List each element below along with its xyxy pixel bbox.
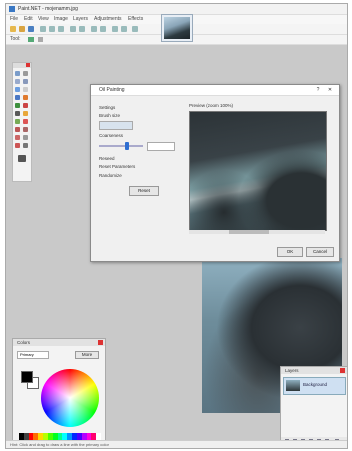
primary-color-swatch[interactable] (21, 371, 33, 383)
help-icon[interactable]: ? (315, 87, 321, 93)
save-icon[interactable] (28, 26, 34, 32)
preview-image[interactable] (189, 111, 327, 231)
layers-panel: Layers Background (280, 366, 347, 446)
line-icon[interactable] (23, 135, 28, 140)
layer-item-background[interactable]: Background (283, 377, 346, 395)
randomize-label: Randomize (99, 173, 122, 178)
color-wheel[interactable] (41, 369, 99, 427)
new-icon[interactable] (10, 26, 16, 32)
dialog-title: Oil Painting (99, 87, 125, 93)
deselect-icon[interactable] (79, 26, 85, 32)
menu-adjustments[interactable]: Adjustments (94, 15, 122, 24)
menu-layers[interactable]: Layers (73, 15, 88, 24)
coarseness-slider-track[interactable] (99, 145, 143, 147)
layers-panel-header: Layers (281, 367, 347, 374)
zoom-icon[interactable] (23, 87, 28, 92)
colors-panel-header: Colors (13, 339, 105, 346)
color-wheel-saturation (41, 369, 99, 427)
preview-scroll-thumb[interactable] (229, 230, 269, 234)
gradient-icon[interactable] (23, 103, 28, 108)
grid-icon[interactable] (112, 26, 118, 32)
tool-select-icon[interactable] (28, 37, 34, 42)
rectangle-select-icon[interactable] (15, 71, 20, 76)
magic-wand-icon[interactable] (15, 95, 20, 100)
close-icon[interactable] (340, 368, 345, 373)
redo-icon[interactable] (100, 26, 106, 32)
help-icon[interactable] (132, 26, 138, 32)
brush-size-field[interactable] (99, 121, 133, 130)
menu-view[interactable]: View (38, 15, 49, 24)
dialog-title-bar: Oil Painting ? ✕ (91, 85, 339, 96)
reset-parameters-label: Reset Parameters (99, 164, 136, 169)
more-button[interactable]: More (75, 351, 99, 359)
ok-button[interactable]: OK (277, 247, 303, 257)
close-icon[interactable] (98, 340, 103, 345)
pan-icon[interactable] (23, 95, 28, 100)
freeform-icon[interactable] (23, 143, 28, 148)
brush-size-label: Brush size (99, 113, 121, 118)
open-icon[interactable] (19, 26, 25, 32)
menu-image[interactable]: Image (54, 15, 68, 24)
paintbrush-icon[interactable] (15, 111, 20, 116)
lasso-icon[interactable] (15, 79, 20, 84)
colors-panel: Colors Primary More (12, 338, 106, 444)
menu-file[interactable]: File (10, 15, 18, 24)
pencil-icon[interactable] (15, 119, 20, 124)
paint-bucket-icon[interactable] (15, 103, 20, 108)
dropdown-icon[interactable] (38, 37, 43, 42)
preview-caption: Preview (zoom 100%) (189, 103, 234, 108)
settings-icon[interactable] (121, 26, 127, 32)
layer-name: Background (303, 382, 328, 387)
color-mode-select[interactable]: Primary (17, 351, 49, 359)
preview-scrollbar[interactable] (189, 230, 325, 234)
status-bar: Hint: Click and drag to draw a line with… (6, 440, 347, 448)
coarseness-slider-knob[interactable] (125, 142, 129, 150)
menu-effects[interactable]: Effects (128, 15, 143, 24)
oil-painting-dialog: Oil Painting ? ✕ Preview (zoom 100%) Set… (90, 84, 340, 262)
close-icon[interactable]: ✕ (327, 87, 333, 93)
image-tab[interactable] (161, 14, 193, 42)
text-icon[interactable] (15, 135, 20, 140)
reset-button[interactable]: Reset (129, 186, 159, 196)
image-tab-thumbnail (164, 17, 190, 39)
status-text: Hint: Click and drag to draw a line with… (10, 442, 109, 447)
clone-stamp-icon[interactable] (23, 119, 28, 124)
settings-label: Settings (99, 105, 116, 110)
palette-swatch[interactable] (96, 433, 102, 440)
reseed-label: Reseed (99, 156, 115, 161)
color-picker-icon[interactable] (23, 127, 28, 132)
tools-panel (12, 62, 32, 182)
coarseness-label: Coarseness (99, 133, 124, 138)
copy-icon[interactable] (49, 26, 55, 32)
color-palette (19, 433, 102, 440)
shapes-icon[interactable] (15, 143, 20, 148)
undo-icon[interactable] (91, 26, 97, 32)
recolor-icon[interactable] (15, 127, 20, 132)
coarseness-value-field[interactable] (147, 142, 175, 151)
move-icon[interactable] (23, 71, 28, 76)
cancel-button[interactable]: Cancel (306, 247, 334, 257)
app-icon (9, 6, 15, 12)
window-title: Paint.NET - mojenamm.jpg (18, 6, 78, 12)
colors-panel-title: Colors (17, 340, 31, 345)
ellipse-select-icon[interactable] (15, 87, 20, 92)
paste-icon[interactable] (58, 26, 64, 32)
hand-icon[interactable] (18, 155, 26, 162)
crop-icon[interactable] (70, 26, 76, 32)
eraser-icon[interactable] (23, 111, 28, 116)
menu-edit[interactable]: Edit (24, 15, 33, 24)
tool-label: Tool: (10, 36, 21, 42)
layer-thumbnail (286, 380, 300, 391)
move-selection-icon[interactable] (23, 79, 28, 84)
close-icon[interactable] (26, 63, 30, 67)
tools-panel-header (13, 63, 31, 68)
cut-icon[interactable] (40, 26, 46, 32)
layers-panel-title: Layers (285, 368, 299, 373)
app-window: Paint.NET - mojenamm.jpg File Edit View … (5, 3, 348, 449)
